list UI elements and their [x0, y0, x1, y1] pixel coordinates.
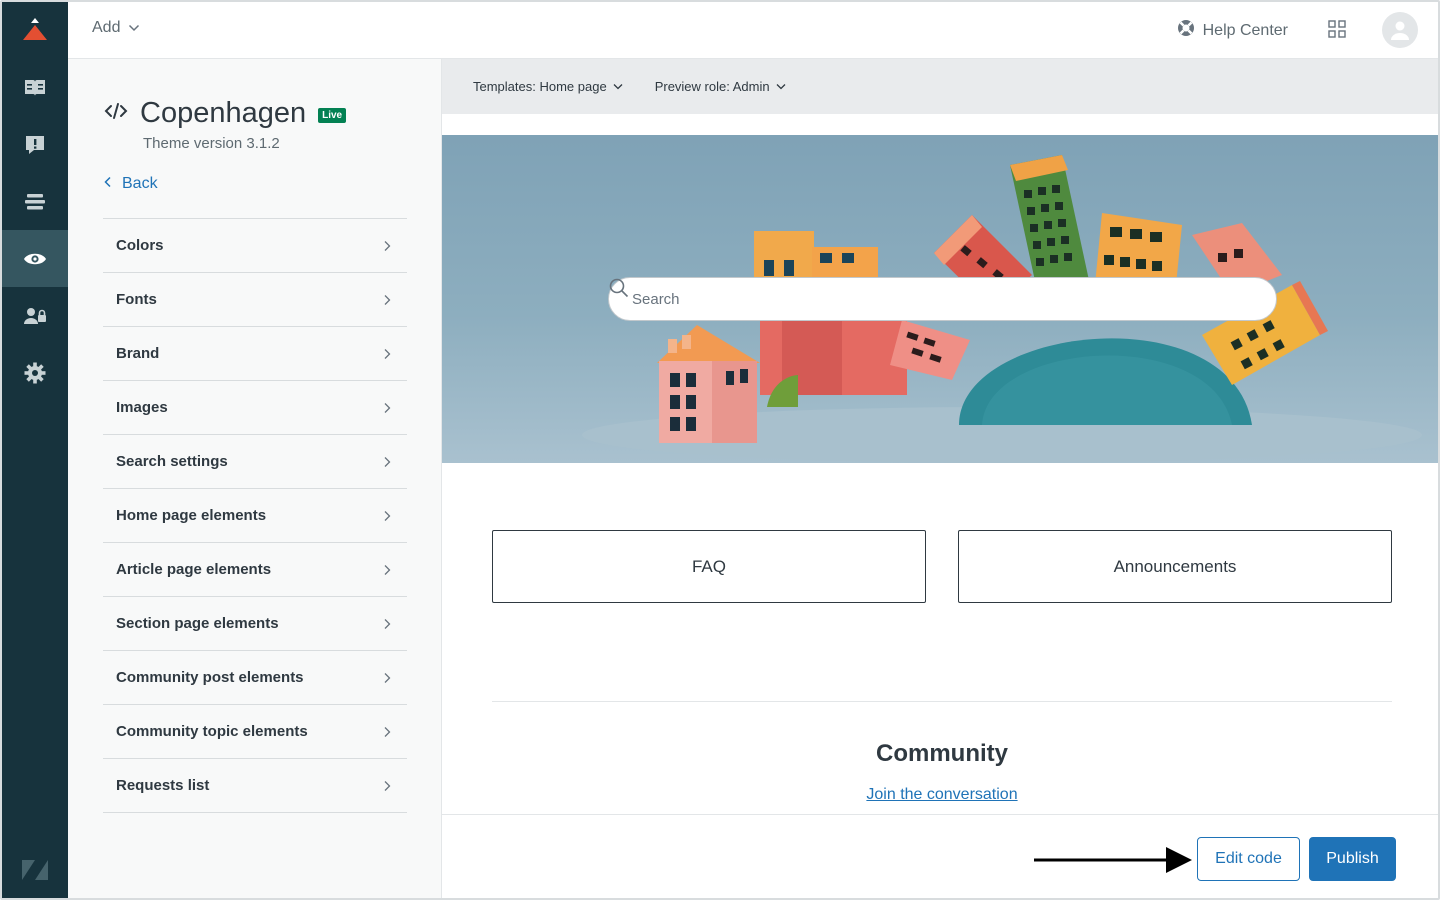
menu-item-label: Article page elements — [116, 561, 272, 578]
theme-settings-panel: Copenhagen Live Theme version 3.1.2 Back… — [68, 59, 442, 898]
preview-toolbar: Templates: Home page Preview role: Admin — [442, 59, 1438, 114]
chevron-down-icon — [776, 84, 786, 90]
category-label: FAQ — [691, 556, 726, 576]
search-bar[interactable] — [608, 277, 1277, 321]
menu-item-label: Community post elements — [116, 669, 304, 686]
chevron-right-icon — [384, 510, 391, 521]
user-icon — [1391, 21, 1409, 40]
back-label: Back — [122, 175, 158, 192]
chevron-right-icon — [384, 240, 391, 251]
lifebuoy-icon — [1177, 19, 1195, 42]
theme-name: Copenhagen — [140, 97, 307, 129]
apps-grid-icon[interactable] — [1328, 20, 1346, 43]
category-label: Announcements — [1113, 556, 1237, 576]
menu-item-label: Images — [116, 399, 168, 416]
guide-icon[interactable] — [2, 59, 68, 116]
chevron-right-icon — [384, 780, 391, 791]
chevron-left-icon — [104, 175, 112, 193]
chevron-right-icon — [384, 564, 391, 575]
menu-item-label: Home page elements — [116, 507, 267, 524]
menu-item-colors[interactable]: Colors — [103, 219, 407, 273]
menu-item-brand[interactable]: Brand — [103, 327, 407, 381]
zendesk-logo-icon[interactable] — [2, 850, 68, 890]
menu-item-search-settings[interactable]: Search settings — [103, 435, 407, 489]
menu-item-images[interactable]: Images — [103, 381, 407, 435]
section-divider — [492, 701, 1392, 702]
community-title: Community — [876, 740, 1008, 767]
join-conversation-link[interactable]: Join the conversation — [866, 786, 1017, 803]
top-bar: Add Help Center — [68, 2, 1438, 59]
menu-item-article-page-elements[interactable]: Article page elements — [103, 543, 407, 597]
menu-item-home-page-elements[interactable]: Home page elements — [103, 489, 407, 543]
live-badge: Live — [318, 108, 347, 123]
action-footer: Edit code Publish — [442, 814, 1438, 898]
publish-button[interactable]: Publish — [1309, 837, 1396, 881]
preview-role-dropdown[interactable]: Preview role: Admin — [655, 79, 786, 94]
user-avatar[interactable] — [1382, 12, 1418, 48]
edit-code-button[interactable]: Edit code — [1197, 837, 1300, 881]
chevron-right-icon — [384, 348, 391, 359]
app-window: Add Help Center Copenhagen Live Theme ve… — [0, 0, 1440, 900]
menu-item-section-page-elements[interactable]: Section page elements — [103, 597, 407, 651]
product-rail — [2, 2, 68, 898]
menu-item-fonts[interactable]: Fonts — [103, 273, 407, 327]
theme-version: Theme version 3.1.2 — [143, 135, 280, 152]
help-center-link[interactable]: Help Center — [1177, 19, 1288, 42]
hero-banner — [442, 135, 1438, 463]
list-icon[interactable] — [2, 173, 68, 230]
category-faq[interactable]: FAQ — [492, 530, 926, 603]
chevron-right-icon — [384, 618, 391, 629]
menu-item-label: Community topic elements — [116, 723, 308, 740]
chevron-down-icon — [128, 19, 140, 37]
ticket-alert-icon[interactable] — [2, 116, 68, 173]
theme-header: Copenhagen Live Theme version 3.1.2 — [104, 97, 347, 152]
chevron-right-icon — [384, 672, 391, 683]
community-section: Join the conversation — [442, 786, 1438, 804]
category-announcements[interactable]: Announcements — [958, 530, 1392, 603]
user-lock-icon[interactable] — [2, 287, 68, 344]
search-input[interactable] — [632, 290, 1212, 308]
guide-logo-icon[interactable] — [2, 2, 68, 58]
code-icon — [104, 102, 128, 125]
add-label: Add — [92, 19, 121, 36]
preview-role-label: Preview role: Admin — [654, 79, 770, 94]
menu-item-community-post-elements[interactable]: Community post elements — [103, 651, 407, 705]
menu-item-label: Colors — [116, 237, 164, 254]
arrow-right-icon — [1034, 847, 1192, 873]
settings-menu: Colors Fonts Brand Images Search setting… — [103, 218, 407, 813]
add-menu-button[interactable]: Add — [92, 19, 140, 37]
menu-item-label: Search settings — [116, 453, 228, 470]
menu-item-community-topic-elements[interactable]: Community topic elements — [103, 705, 407, 759]
chevron-right-icon — [384, 294, 391, 305]
back-link[interactable]: Back — [104, 175, 158, 193]
menu-item-label: Section page elements — [116, 615, 279, 632]
template-label: Templates: Home page — [473, 79, 607, 94]
eye-icon[interactable] — [2, 230, 68, 287]
menu-item-label: Requests list — [116, 777, 210, 794]
template-dropdown[interactable]: Templates: Home page — [473, 79, 623, 94]
chevron-right-icon — [384, 456, 391, 467]
menu-item-requests-list[interactable]: Requests list — [103, 759, 407, 813]
help-center-label: Help Center — [1202, 21, 1288, 39]
gear-icon[interactable] — [2, 344, 68, 401]
menu-item-label: Brand — [116, 345, 160, 362]
chevron-right-icon — [384, 402, 391, 413]
menu-item-label: Fonts — [116, 291, 157, 308]
chevron-right-icon — [384, 726, 391, 737]
chevron-down-icon — [613, 84, 623, 90]
